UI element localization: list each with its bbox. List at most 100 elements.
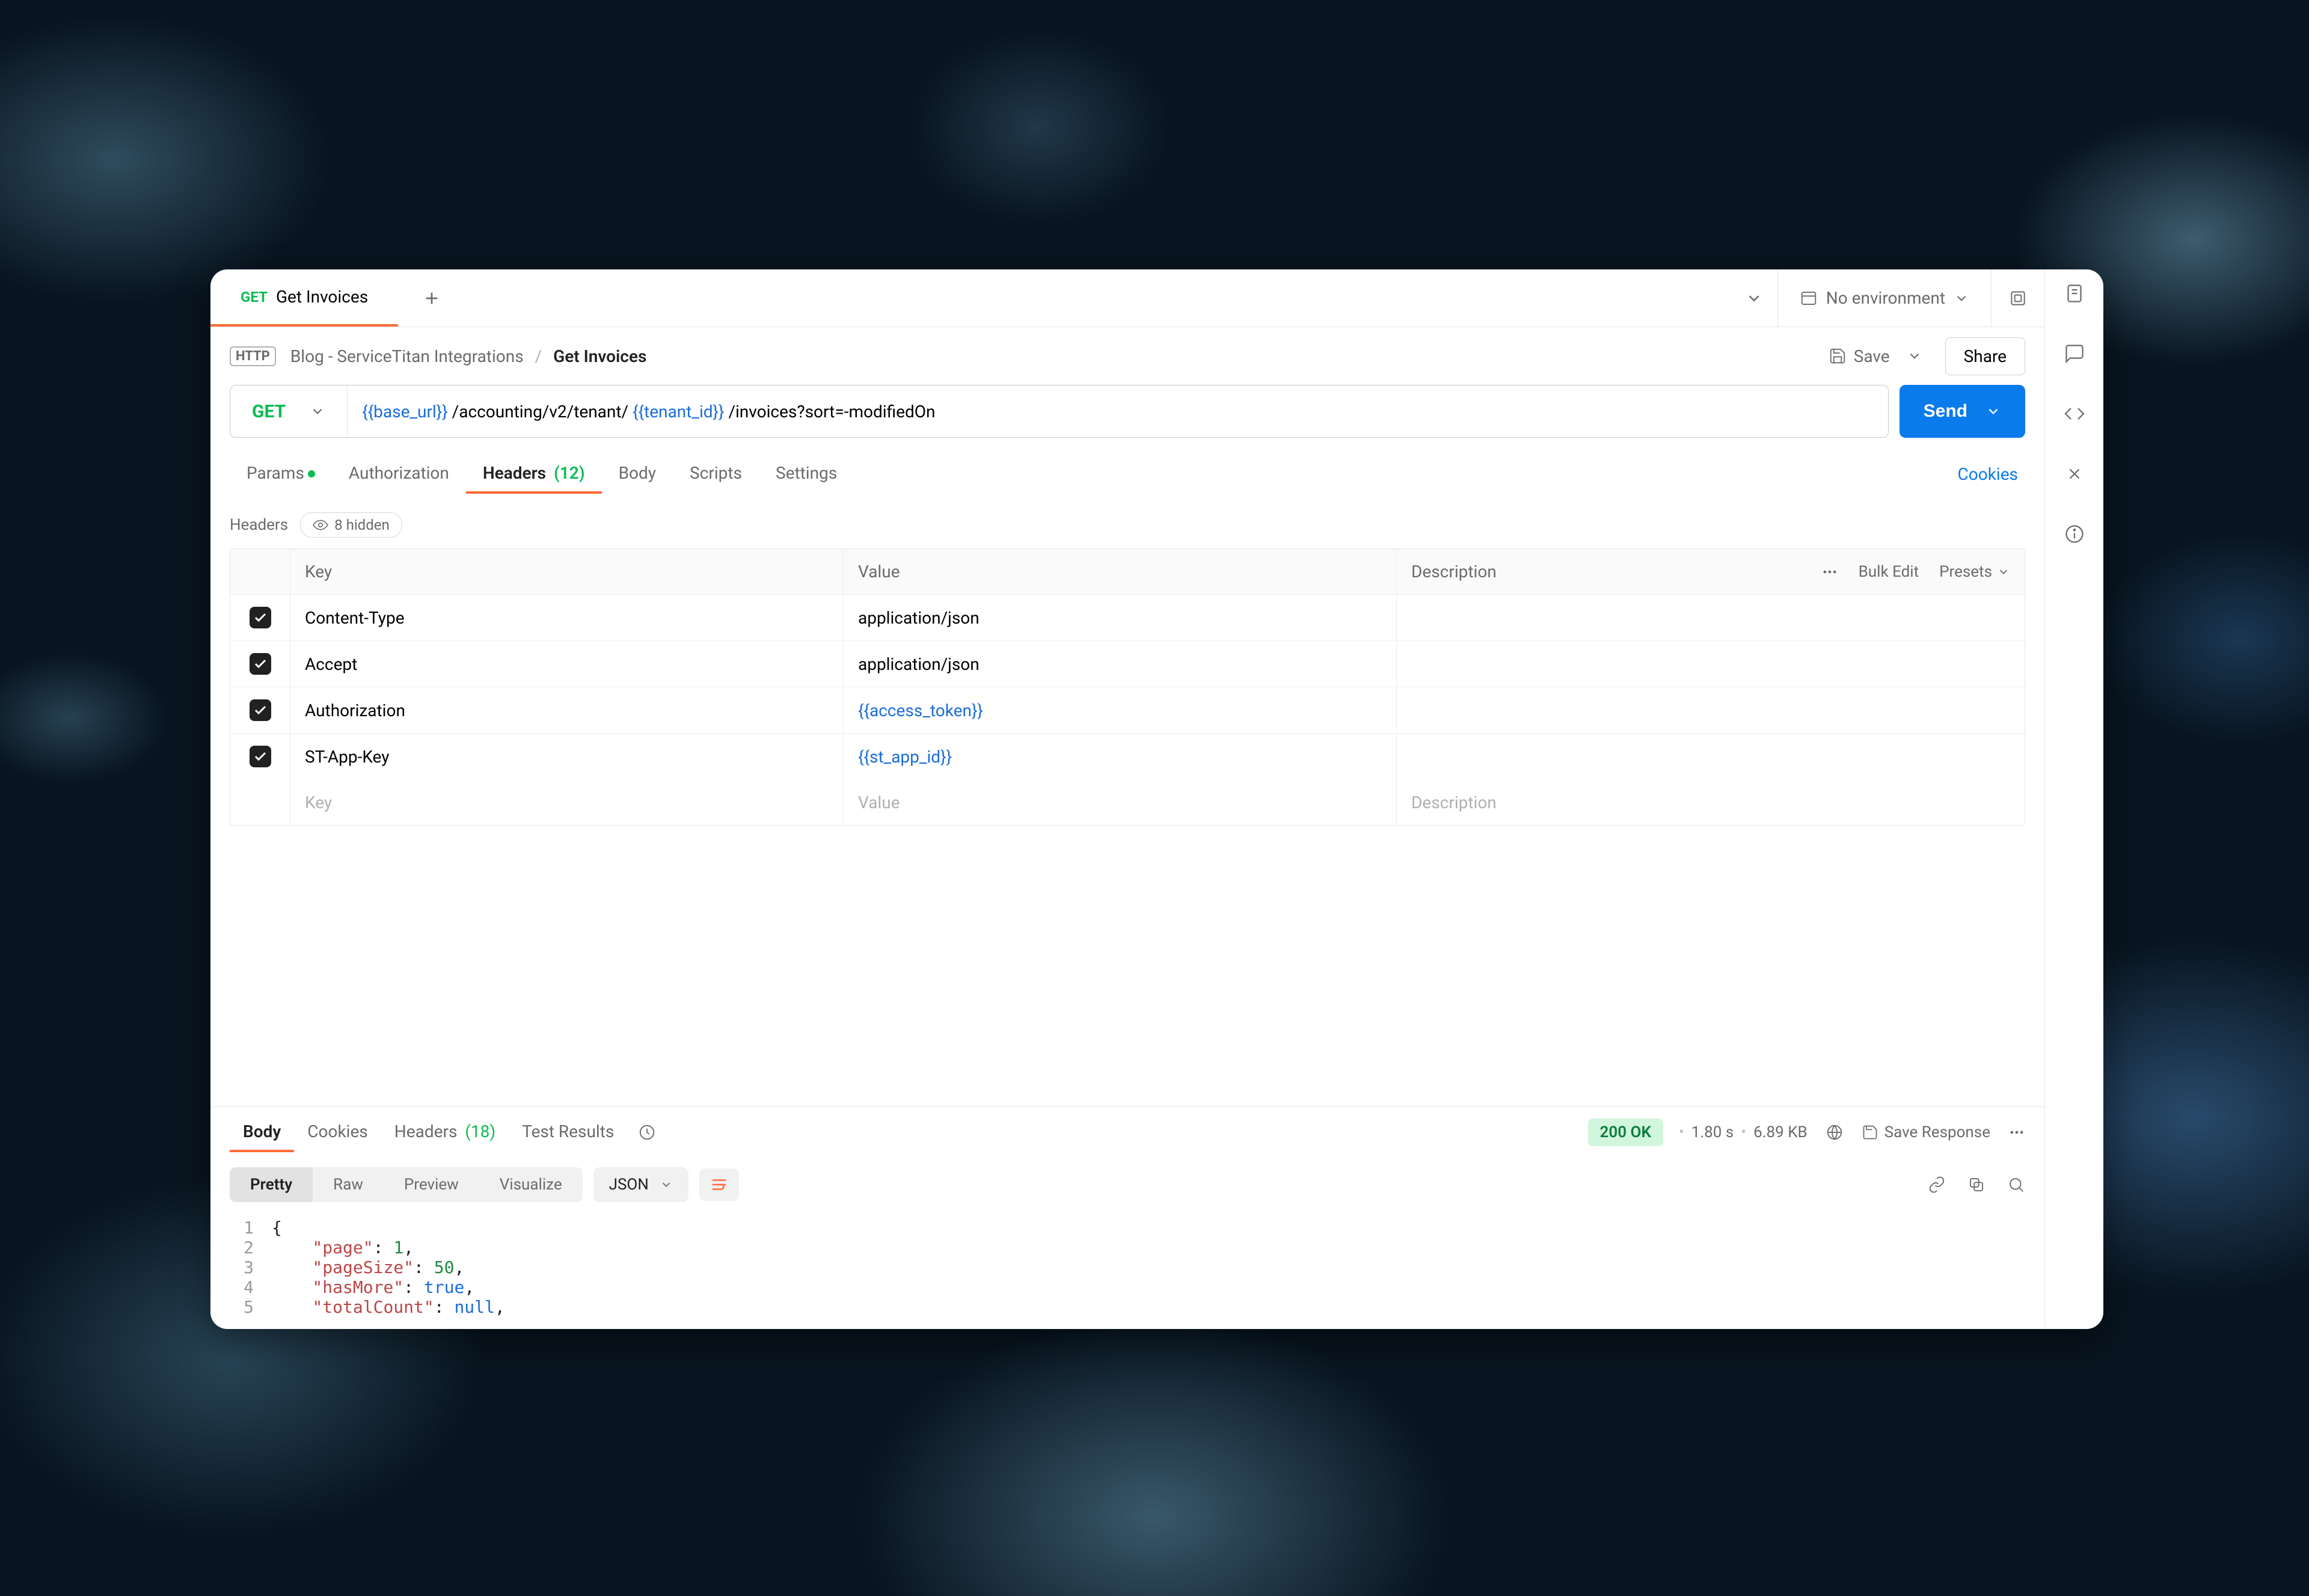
tab-scripts[interactable]: Scripts <box>673 455 759 494</box>
environment-selector[interactable]: No environment <box>1777 269 1991 327</box>
save-response-button[interactable]: Save Response <box>1862 1123 1990 1141</box>
new-value-input[interactable]: Value <box>844 779 1397 825</box>
header-description[interactable] <box>1397 734 2025 779</box>
tab-body[interactable]: Body <box>602 455 673 494</box>
tab-method-badge: GET <box>241 289 268 305</box>
share-label: Share <box>1964 346 2007 366</box>
col-description: Description Bulk Edit Presets <box>1397 549 2025 594</box>
response-time: 1.80 s <box>1691 1123 1734 1141</box>
copy-link-icon[interactable] <box>1928 1176 1946 1194</box>
url-seg1: /accounting/v2/tenant/ <box>448 402 633 422</box>
row-checkbox[interactable] <box>250 607 271 628</box>
resp-tab-headers[interactable]: Headers (18) <box>381 1113 509 1152</box>
presets-dropdown[interactable]: Presets <box>1939 563 2010 581</box>
view-preview[interactable]: Preview <box>384 1167 479 1202</box>
related-icon[interactable] <box>2062 462 2087 486</box>
documentation-icon[interactable] <box>2062 281 2087 305</box>
wrap-lines-button[interactable] <box>699 1168 739 1201</box>
more-options-icon[interactable] <box>1821 563 1838 580</box>
format-select[interactable]: JSON <box>593 1167 688 1202</box>
breadcrumb-current: Get Invoices <box>553 346 646 366</box>
code-icon[interactable] <box>2062 402 2087 426</box>
header-value[interactable]: {{access_token}} <box>844 687 1397 733</box>
resp-tab-cookies[interactable]: Cookies <box>294 1113 381 1152</box>
bulk-edit-button[interactable]: Bulk Edit <box>1859 563 1919 581</box>
headers-title: Headers <box>230 516 288 534</box>
http-badge-icon: HTTP <box>230 346 276 366</box>
response-size: 6.89 KB <box>1753 1123 1808 1141</box>
col-key: Key <box>290 549 844 594</box>
save-label: Save <box>1854 346 1890 366</box>
table-header-row: Key Value Description Bulk Edit Presets <box>230 549 2025 595</box>
header-description[interactable] <box>1397 687 2025 733</box>
breadcrumb: Blog - ServiceTitan Integrations / Get I… <box>290 346 647 366</box>
tab-headers-count: (12) <box>554 463 585 483</box>
tab-headers[interactable]: Headers (12) <box>466 455 602 494</box>
search-response-icon[interactable] <box>2007 1176 2025 1194</box>
tab-params[interactable]: Params <box>230 455 332 494</box>
comments-icon[interactable] <box>2062 342 2087 366</box>
table-row: ST-App-Key{{st_app_id}} <box>230 734 2025 779</box>
copy-response-icon[interactable] <box>1967 1176 1985 1194</box>
request-tab[interactable]: GET Get Invoices <box>210 269 398 327</box>
header-description[interactable] <box>1397 595 2025 640</box>
new-header-row[interactable]: Key Value Description <box>230 779 2025 825</box>
share-button[interactable]: Share <box>1945 337 2025 375</box>
save-dropdown[interactable] <box>1896 348 1933 364</box>
header-value[interactable]: {{st_app_id}} <box>844 734 1397 779</box>
network-icon[interactable] <box>1826 1123 1844 1141</box>
resp-tab-test-results[interactable]: Test Results <box>509 1113 627 1152</box>
header-key[interactable]: Accept <box>290 641 844 687</box>
tabs-overflow-button[interactable] <box>1731 269 1777 327</box>
col-value: Value <box>844 549 1397 594</box>
tab-headers-label: Headers <box>483 463 546 483</box>
params-modified-dot-icon <box>308 470 315 477</box>
header-value[interactable]: application/json <box>844 641 1397 687</box>
save-button[interactable]: Save <box>1823 346 1896 366</box>
url-input[interactable]: {{base_url}} /accounting/v2/tenant/ {{te… <box>348 402 1887 422</box>
col-description-label: Description <box>1411 562 1497 582</box>
row-checkbox[interactable] <box>250 653 271 675</box>
info-icon[interactable] <box>2062 522 2087 546</box>
view-pretty[interactable]: Pretty <box>230 1167 313 1202</box>
tab-authorization[interactable]: Authorization <box>332 455 466 494</box>
header-key[interactable]: Authorization <box>290 687 844 733</box>
cookies-link[interactable]: Cookies <box>1951 464 2025 484</box>
save-response-label: Save Response <box>1884 1123 1990 1141</box>
breadcrumb-row: HTTP Blog - ServiceTitan Integrations / … <box>210 327 2044 385</box>
tab-title: Get Invoices <box>276 287 368 307</box>
method-label: GET <box>252 401 286 422</box>
method-select[interactable]: GET <box>230 385 348 437</box>
resp-tab-body[interactable]: Body <box>230 1113 294 1152</box>
environment-label: No environment <box>1826 288 1945 308</box>
history-icon[interactable] <box>638 1123 656 1141</box>
header-value[interactable]: application/json <box>844 595 1397 640</box>
view-visualize[interactable]: Visualize <box>479 1167 583 1202</box>
row-checkbox[interactable] <box>250 746 271 767</box>
row-checkbox[interactable] <box>250 699 271 721</box>
header-key[interactable]: Content-Type <box>290 595 844 640</box>
response-more-icon[interactable] <box>2008 1124 2025 1141</box>
tab-settings[interactable]: Settings <box>759 455 854 494</box>
url-var-tenant: {{tenant_id}} <box>633 402 724 422</box>
header-description[interactable] <box>1397 641 2025 687</box>
response-tabs: Body Cookies Headers (18) Test Results 2… <box>210 1107 2044 1158</box>
table-row: Authorization{{access_token}} <box>230 687 2025 734</box>
hidden-count-label: 8 hidden <box>334 517 390 533</box>
environment-quicklook-button[interactable] <box>1991 269 2044 327</box>
header-key[interactable]: ST-App-Key <box>290 734 844 779</box>
response-body[interactable]: 1{2 "page": 1,3 "pageSize": 50,4 "hasMor… <box>210 1212 2044 1329</box>
request-section-tabs: Params Authorization Headers (12) Body S… <box>210 452 2044 496</box>
new-tab-button[interactable] <box>398 269 465 327</box>
send-button[interactable]: Send <box>1900 385 2025 438</box>
tab-strip: GET Get Invoices No environment <box>210 269 2044 327</box>
url-row: GET {{base_url}} /accounting/v2/tenant/ … <box>210 385 2044 452</box>
view-mode-segment: Pretty Raw Preview Visualize <box>230 1167 583 1202</box>
new-key-input[interactable]: Key <box>290 779 844 825</box>
resp-tab-headers-label: Headers <box>394 1122 458 1141</box>
new-description-input[interactable]: Description <box>1397 779 2025 825</box>
resp-headers-count: (18) <box>465 1122 495 1141</box>
view-raw[interactable]: Raw <box>313 1167 384 1202</box>
hidden-headers-toggle[interactable]: 8 hidden <box>300 512 402 538</box>
breadcrumb-workspace[interactable]: Blog - ServiceTitan Integrations <box>290 346 524 366</box>
